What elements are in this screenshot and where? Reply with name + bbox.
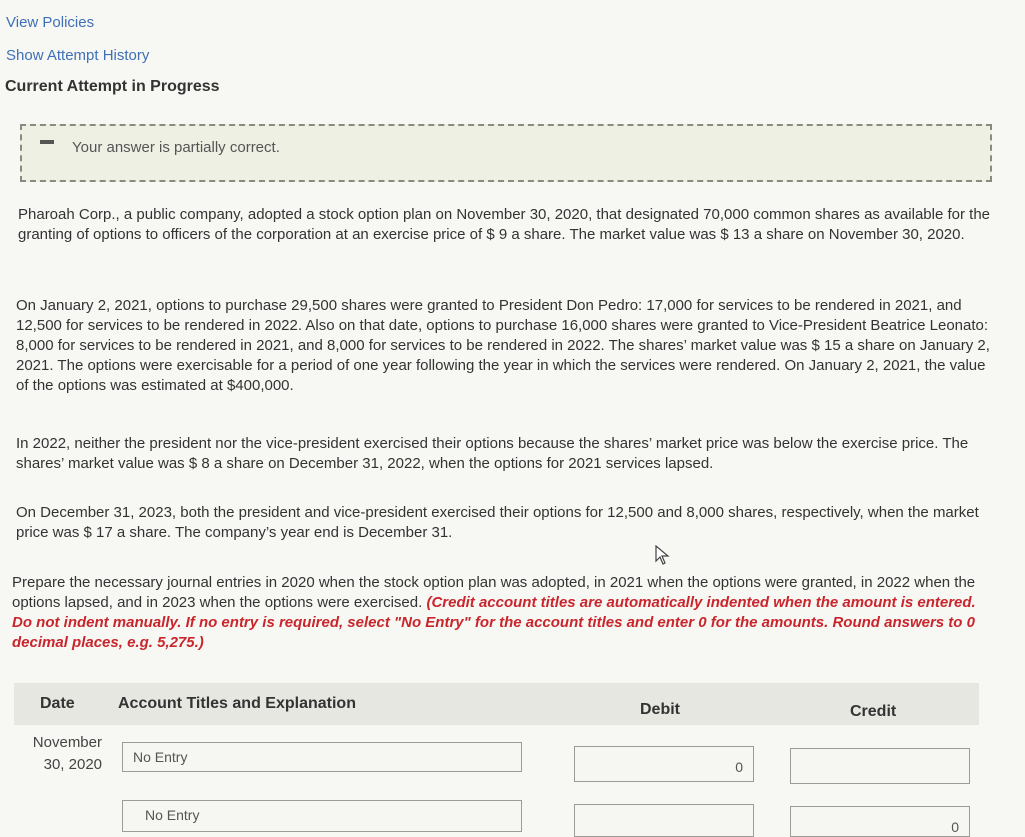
minus-icon [40,140,54,144]
account-title-input-2[interactable]: No Entry [122,800,522,832]
debit-input-2[interactable] [574,804,754,837]
table-header: Date Account Titles and Explanation Debi… [14,683,979,725]
credit-input-2[interactable]: 0 [790,806,970,837]
date-line-1: November [32,734,102,751]
date-line-2: 30, 2020 [43,756,102,773]
feedback-text: Your answer is partially correct. [72,139,280,156]
view-policies-link[interactable]: View Policies [6,14,94,31]
problem-paragraph-2: On January 2, 2021, options to purchase … [16,297,990,394]
problem-paragraph-3: In 2022, neither the president nor the v… [16,435,969,472]
date-header: Date [40,695,75,712]
credit-header: Credit [850,703,897,720]
show-attempt-history-link[interactable]: Show Attempt History [6,47,149,64]
date-cell: November 30, 2020 [20,732,102,776]
problem-paragraph-4: On December 31, 2023, both the president… [16,504,979,541]
account-title-input-1[interactable]: No Entry [122,742,522,772]
instructions: Prepare the necessary journal entries in… [12,573,987,653]
credit-input-1[interactable] [790,748,970,784]
mouse-pointer-icon [655,545,670,565]
problem-paragraph-1: Pharoah Corp., a public company, adopted… [18,206,991,243]
attempt-title: Current Attempt in Progress [5,78,220,95]
debit-header: Debit [640,701,680,718]
account-header: Account Titles and Explanation [118,695,356,712]
debit-input-1[interactable]: 0 [574,746,754,782]
feedback-box: Your answer is partially correct. [20,124,992,182]
